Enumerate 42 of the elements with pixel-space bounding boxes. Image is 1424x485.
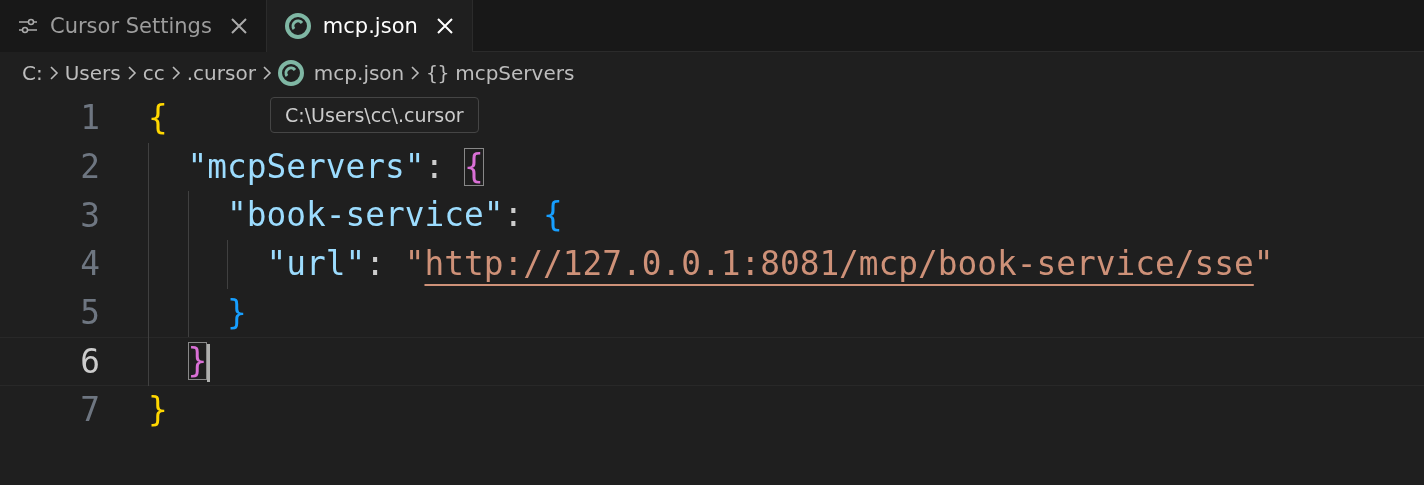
breadcrumb-item[interactable]: cc (142, 61, 165, 85)
brace: { (148, 99, 168, 137)
text-cursor (207, 343, 211, 382)
json-key: "book-service" (227, 196, 504, 235)
line-number: 4 (79, 245, 100, 284)
path-tooltip: C:\Users\cc\.cursor (270, 97, 479, 133)
chevron-icon (48, 65, 59, 81)
json-key: "mcpServers" (187, 147, 425, 186)
brace: } (148, 391, 168, 430)
brace: { (542, 196, 563, 235)
line-number: 3 (79, 196, 100, 235)
quote-mark: " (1253, 245, 1274, 284)
chevron-icon (410, 65, 421, 81)
editor-tab[interactable]: mcp.json (266, 0, 473, 52)
line-number: 5 (79, 294, 100, 333)
editor-tab[interactable]: Cursor Settings (0, 0, 267, 52)
ring-logo-icon (284, 13, 311, 39)
line-number: 1 (79, 99, 100, 138)
breadcrumb-item[interactable]: mcpServers (455, 61, 575, 85)
json-key: "url" (266, 245, 366, 284)
chevron-icon (126, 65, 137, 81)
breadcrumb-item[interactable]: mcp.json (313, 61, 405, 85)
brace: } (187, 342, 208, 381)
close-icon[interactable] (229, 17, 248, 35)
braces-symbol: {} (426, 62, 450, 84)
line-number: 6 (79, 342, 100, 381)
quote-mark: " (404, 245, 425, 284)
line-number: 7 (79, 391, 100, 430)
settings-sliders-icon (18, 18, 38, 34)
url-link[interactable]: http://127.0.0.1:8081/mcp/book-service/sse (424, 245, 1254, 284)
chevron-icon (261, 65, 272, 81)
line-number: 2 (79, 148, 100, 187)
breadcrumb-item[interactable]: Users (64, 61, 121, 85)
colon: : (503, 196, 525, 235)
breadcrumb-item[interactable]: .cursor (186, 61, 256, 85)
ring-logo-icon (277, 60, 304, 86)
breadcrumb-item[interactable]: C: (22, 61, 43, 85)
brace: { (463, 147, 484, 186)
colon: : (424, 147, 446, 186)
chevron-icon (170, 65, 181, 81)
brace: } (227, 293, 247, 332)
colon: : (365, 245, 386, 284)
